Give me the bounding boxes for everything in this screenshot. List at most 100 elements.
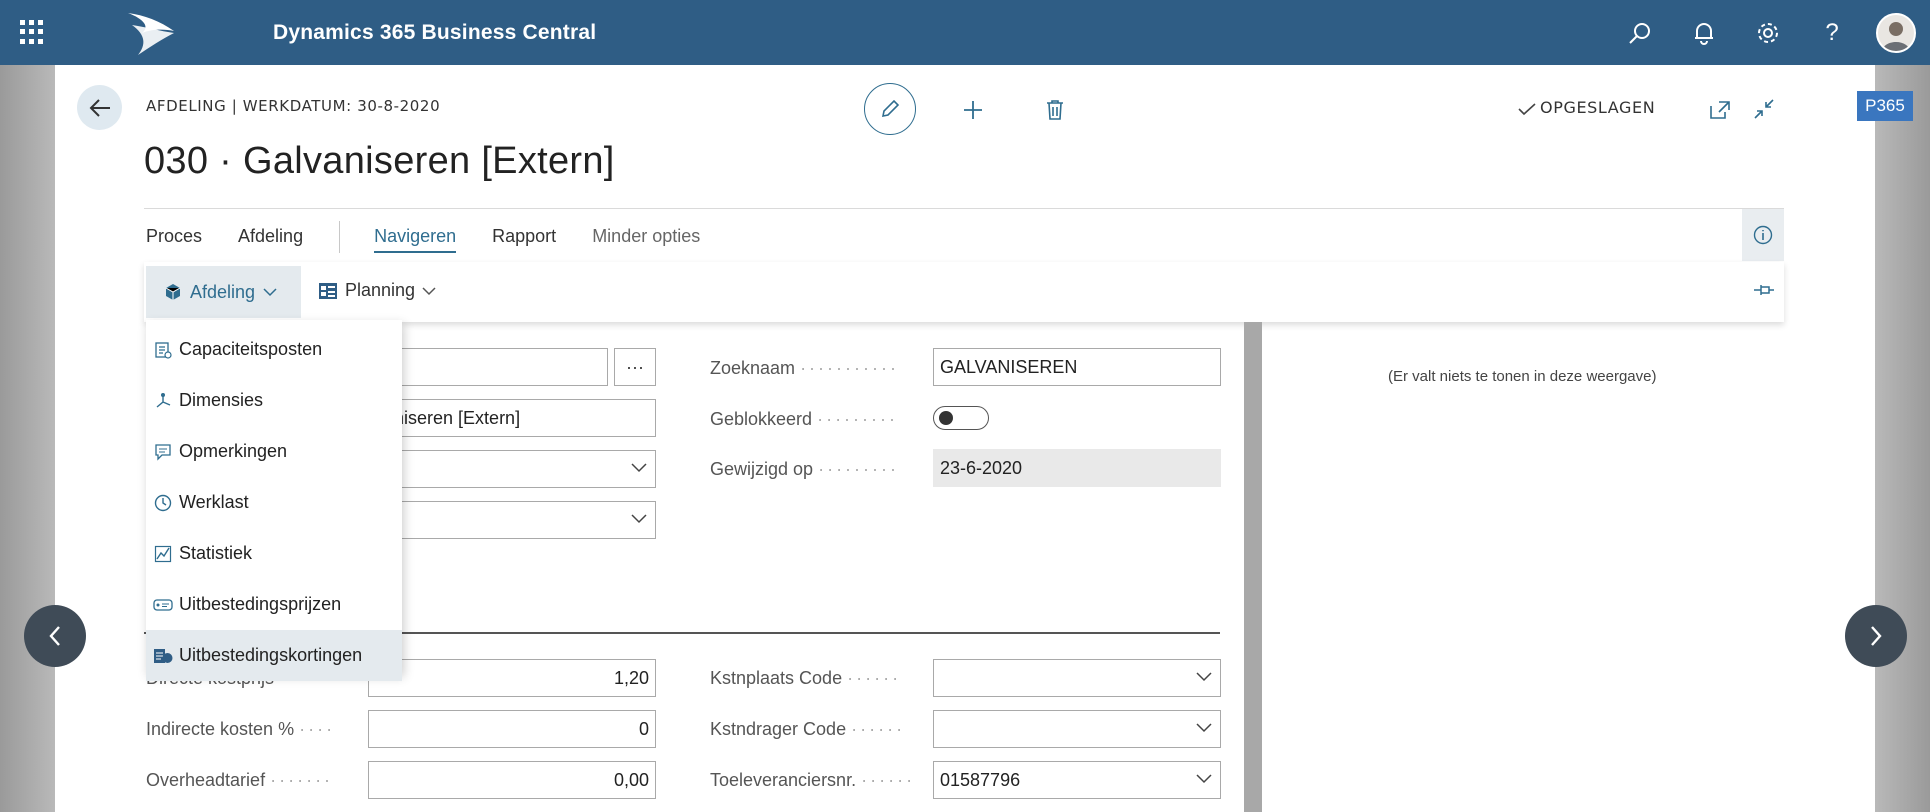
chevron-down-icon — [1196, 774, 1212, 784]
name-field[interactable]: vaniseren [Extern] — [368, 399, 656, 437]
overheadtarief-value: 0,00 — [613, 769, 649, 790]
add-icon[interactable] — [957, 96, 989, 124]
ledger-icon — [153, 340, 173, 360]
menu-item-werklast[interactable]: Werklast — [146, 477, 402, 528]
geblokkeerd-toggle[interactable] — [933, 406, 989, 430]
zoeknaam-value: GALVANISEREN — [940, 356, 1078, 377]
tab-rapport[interactable]: Rapport — [492, 226, 556, 253]
kstnplaats-label: Kstnplaats Code ······ — [710, 668, 902, 688]
afdeling-menu-button[interactable]: Afdeling — [146, 266, 301, 318]
tab-navigeren[interactable]: Navigeren — [374, 226, 457, 253]
help-icon[interactable]: ? — [1817, 18, 1847, 48]
gear-icon[interactable] — [1753, 18, 1783, 48]
next-record-button[interactable] — [1845, 605, 1907, 667]
tab-afdeling[interactable]: Afdeling — [238, 226, 303, 253]
breadcrumb: AFDELING | WERKDATUM: 30-8-2020 — [146, 97, 441, 115]
app-launcher-icon[interactable] — [20, 20, 44, 44]
kstnplaats-field[interactable] — [933, 659, 1221, 697]
menu-item-dimensies[interactable]: Dimensies — [146, 375, 402, 426]
planning-menu-button[interactable]: Planning — [318, 280, 436, 301]
edit-button[interactable] — [864, 83, 916, 135]
menu-item-capaciteitsposten[interactable]: Capaciteitsposten — [146, 324, 402, 375]
menu-item-uitbestedingsprijzen[interactable]: Uitbestedingsprijzen — [146, 579, 402, 630]
menu-item-uitbestedingskortingen[interactable]: Uitbestedingskortingen — [146, 630, 402, 681]
actionbar-divider — [144, 208, 1784, 209]
chevron-down-icon — [1196, 723, 1212, 733]
menu-item-label: Werklast — [179, 492, 249, 512]
overheadtarief-field[interactable]: 0,00 — [368, 761, 656, 799]
info-icon[interactable] — [1742, 209, 1784, 261]
page-title: 030 · Galvaniseren [Extern] — [144, 140, 615, 182]
chevron-down-icon — [263, 288, 277, 297]
comment-icon — [153, 442, 173, 462]
indirecte-kosten-value: 0 — [638, 718, 649, 739]
chevron-right-icon — [1871, 626, 1882, 646]
bell-icon[interactable] — [1689, 18, 1719, 48]
chevron-down-icon — [1196, 672, 1212, 682]
kstndrager-label: Kstndrager Code ······ — [710, 719, 906, 739]
menu-item-statistiek[interactable]: Statistiek — [146, 528, 402, 579]
open-new-window-icon[interactable] — [1707, 98, 1733, 122]
vertical-scrollbar[interactable] — [1244, 322, 1262, 812]
no-field[interactable]: 0 — [368, 348, 608, 386]
directe-kostprijs-value: 1,20 — [613, 667, 649, 688]
geblokkeerd-label: Geblokkeerd ········· — [710, 409, 899, 429]
dropdown-field-2[interactable] — [368, 501, 656, 539]
toeleveranciersnr-value: 01587796 — [940, 769, 1021, 790]
dimensions-icon — [153, 391, 173, 411]
overlay-right — [1875, 65, 1930, 812]
gewijzigd-field: 23-6-2020 — [933, 449, 1221, 487]
avatar[interactable] — [1876, 13, 1916, 53]
search-icon[interactable] — [1625, 18, 1655, 48]
box-icon — [165, 284, 181, 300]
menu-item-label: Dimensies — [179, 390, 264, 410]
kstndrager-field[interactable] — [933, 710, 1221, 748]
overlay-left — [0, 65, 55, 812]
chevron-down-icon — [422, 286, 436, 295]
dropdown-field-1[interactable] — [368, 450, 656, 488]
indirecte-kosten-label: Indirecte kosten % ···· — [146, 719, 336, 739]
zoeknaam-field[interactable]: GALVANISEREN — [933, 348, 1221, 386]
directe-kostprijs-field[interactable]: 1,20 — [368, 659, 656, 697]
menu-item-label: Statistiek — [179, 543, 253, 563]
chevron-left-icon — [49, 626, 60, 646]
zoeknaam-label: Zoeknaam ··········· — [710, 358, 899, 378]
chevron-down-icon — [631, 514, 647, 524]
menu-item-label: Capaciteitsposten — [179, 339, 323, 359]
p365-badge[interactable]: P365 — [1857, 91, 1913, 121]
tab-proces[interactable]: Proces — [146, 226, 202, 253]
menu-item-opmerkingen[interactable]: Opmerkingen — [146, 426, 402, 477]
afdeling-menu-label: Afdeling — [190, 281, 256, 302]
factbox-empty-message: (Er valt niets te tonen in deze weergave… — [1388, 368, 1657, 385]
action-tabs: Proces Afdeling Navigeren Rapport Minder… — [146, 221, 736, 253]
afdeling-dropdown-menu: Capaciteitsposten Dimensies Opmerkingen … — [146, 320, 402, 681]
chart-icon — [153, 544, 173, 564]
tab-minder-opties[interactable]: Minder opties — [592, 226, 700, 253]
pin-icon[interactable] — [1753, 282, 1775, 298]
price-tag-icon — [153, 595, 173, 615]
gewijzigd-value: 23-6-2020 — [940, 457, 1023, 478]
discount-icon — [153, 646, 173, 666]
check-icon — [1518, 103, 1536, 116]
tab-separator — [339, 221, 341, 253]
menu-item-label: Uitbestedingsprijzen — [179, 594, 342, 614]
gewijzigd-label: Gewijzigd op ········· — [710, 459, 900, 479]
app-bar: Dynamics 365 Business Central ? — [0, 0, 1930, 65]
app-title[interactable]: Dynamics 365 Business Central — [273, 21, 596, 45]
clock-icon — [153, 493, 173, 513]
overheadtarief-label: Overheadtarief ······· — [146, 770, 334, 790]
delete-icon[interactable] — [1040, 96, 1070, 124]
toeleveranciersnr-label: Toeleveranciersnr. ······ — [710, 770, 916, 790]
menu-item-label: Opmerkingen — [179, 441, 288, 461]
saved-status: OPGESLAGEN — [1540, 98, 1656, 117]
dynamics-logo-icon — [128, 13, 174, 55]
indirecte-kosten-field[interactable]: 0 — [368, 710, 656, 748]
toeleveranciersnr-field[interactable]: 01587796 — [933, 761, 1221, 799]
assist-edit-button[interactable]: ··· — [614, 348, 656, 386]
previous-record-button[interactable] — [24, 605, 86, 667]
back-button[interactable] — [77, 85, 122, 130]
planning-menu-label: Planning — [345, 280, 416, 300]
menu-item-label: Uitbestedingskortingen — [179, 645, 363, 665]
collapse-icon[interactable] — [1751, 96, 1777, 122]
chevron-down-icon — [631, 463, 647, 473]
